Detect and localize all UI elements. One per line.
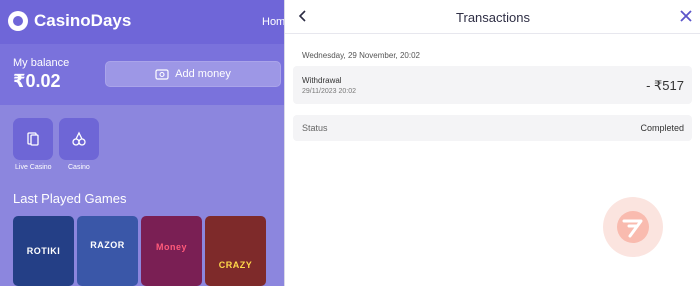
balance-label: My balance [13, 57, 70, 69]
transaction-type: Withdrawal [302, 76, 342, 85]
game-tile[interactable]: ROTIKI [13, 216, 74, 286]
brand-name: CasinoDays [34, 11, 132, 30]
cards-icon [27, 132, 39, 146]
brand-logo[interactable]: CasinoDays [8, 11, 131, 31]
support-logo-icon [617, 211, 649, 243]
status-row: Status Completed [293, 115, 692, 141]
last-played-title: Last Played Games [13, 191, 127, 206]
game-title: CRAZY [218, 260, 253, 270]
close-icon[interactable] [678, 8, 694, 24]
add-money-button[interactable]: Add money [105, 61, 281, 87]
category-casino[interactable] [59, 118, 99, 160]
logo-mark-icon [8, 11, 28, 31]
category-casino-label: Casino [68, 164, 90, 171]
drawer-header: Transactions [285, 0, 700, 34]
transaction-datetime: 29/11/2023 20:02 [302, 88, 356, 95]
drawer-title: Transactions [456, 10, 530, 25]
game-title: ROTIKI [26, 246, 61, 256]
status-value: Completed [640, 123, 684, 133]
balance-amount: ₹0.02 [13, 71, 61, 91]
cherry-icon [72, 131, 86, 146]
add-money-label: Add money [175, 68, 231, 80]
game-title: Money [155, 242, 187, 252]
support-chat-button[interactable] [603, 197, 663, 257]
game-tile[interactable]: RAZOR [77, 216, 138, 286]
transaction-amount: - ₹517 [646, 78, 684, 93]
game-tile[interactable]: Money [141, 216, 202, 286]
status-label: Status [302, 123, 328, 133]
category-live-casino[interactable] [13, 118, 53, 160]
date-heading: Wednesday, 29 November, 20:02 [302, 51, 420, 60]
money-icon [155, 68, 169, 80]
transaction-card[interactable]: Withdrawal 29/11/2023 20:02 - ₹517 [293, 66, 692, 104]
category-live-casino-label: Live Casino [15, 164, 52, 171]
game-tile[interactable]: CRAZY [205, 216, 266, 286]
game-title: RAZOR [90, 240, 125, 250]
